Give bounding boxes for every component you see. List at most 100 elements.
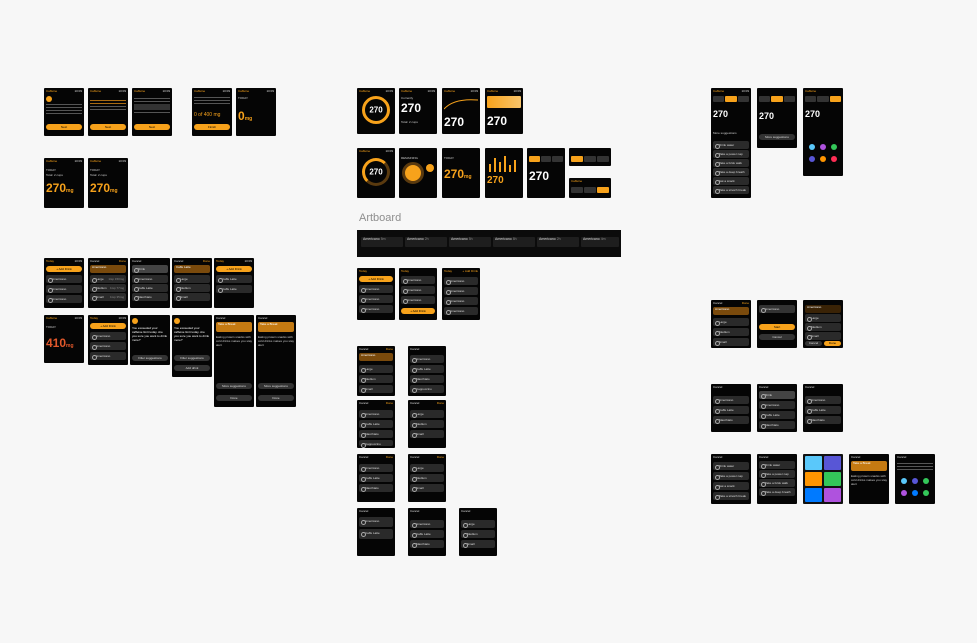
drink-option[interactable]: Macchiato	[359, 430, 393, 438]
add-drink-button[interactable]: + Add Drink	[46, 266, 82, 272]
done-button[interactable]: Done	[824, 341, 841, 346]
drink-option[interactable]: Caffe Latte	[713, 406, 749, 414]
snack-tile[interactable]	[805, 472, 822, 486]
recent-drink[interactable]: Americano	[46, 285, 82, 293]
drink-option[interactable]: Caffe Latte	[410, 365, 444, 373]
cancel-button[interactable]: Cancel	[410, 400, 419, 406]
drink-option[interactable]: Americano	[132, 275, 168, 283]
size-small[interactable]: Small	[805, 332, 841, 340]
drink-option[interactable]: Macchiato	[410, 540, 444, 548]
filter-button[interactable]: Filter suggestions	[132, 355, 168, 361]
cancel-button[interactable]: Cancel	[805, 341, 822, 346]
recent-drink[interactable]: Americano	[359, 285, 393, 293]
nap-icon[interactable]	[912, 478, 918, 484]
size-large[interactable]: Large	[410, 410, 444, 418]
drink-option[interactable]: Drink	[759, 391, 795, 399]
finish-button[interactable]: Finish	[194, 124, 230, 130]
recent-drink[interactable]: Americano	[444, 277, 478, 285]
suggestion-item[interactable]: Take a stretch break	[713, 492, 749, 500]
size-small[interactable]: Small	[174, 293, 210, 301]
size-small[interactable]: Small	[359, 385, 393, 393]
cancel-button[interactable]: Cancel	[897, 454, 906, 460]
cancel-button[interactable]: Cancel	[759, 384, 768, 390]
drink-option[interactable]: Americano	[713, 396, 749, 404]
strip-item[interactable]: Americano 5h	[449, 237, 491, 247]
cancel-button[interactable]: Cancel	[258, 315, 267, 321]
suggestion-item[interactable]: Take a deep breath	[713, 168, 749, 176]
strip-item[interactable]: Americano 2h	[405, 237, 447, 247]
drink-option[interactable]: Macchiato	[713, 416, 749, 424]
suggestion-item[interactable]: Drink water	[713, 141, 749, 149]
period-tabs[interactable]	[571, 156, 609, 162]
water-icon[interactable]	[901, 478, 907, 484]
recent-drink[interactable]: Americano	[444, 307, 478, 315]
recent-drink[interactable]: Americano	[401, 286, 435, 294]
suggestion-item[interactable]: Drink water	[713, 462, 749, 470]
suggestion-item[interactable]: Eat a snack	[713, 177, 749, 185]
drink-option[interactable]: Americano	[359, 410, 393, 418]
drink-option[interactable]: Caffe Latte	[805, 406, 841, 414]
size-medium[interactable]: Medium	[713, 328, 749, 336]
cancel-button[interactable]: Cancel	[216, 315, 225, 321]
walk-icon[interactable]	[923, 478, 929, 484]
drink-option[interactable]: Macchiato	[132, 293, 168, 301]
suggestion-item[interactable]: Take a power nap	[713, 150, 749, 158]
recent-drink[interactable]: Caffe Latte	[216, 285, 252, 293]
suggestion-item[interactable]: Eat a snack	[713, 482, 749, 490]
cancel-button[interactable]: Cancel	[410, 508, 419, 514]
water-tile[interactable]	[805, 456, 822, 470]
drink-option[interactable]: Caffe Latte	[359, 420, 393, 428]
drink-option[interactable]: Americano	[410, 520, 444, 528]
period-tabs[interactable]	[713, 96, 749, 102]
strip-item[interactable]: Americano 2h	[537, 237, 579, 247]
done-button[interactable]: Done	[386, 400, 393, 406]
period-tabs[interactable]	[805, 96, 841, 102]
size-large[interactable]: Large	[713, 318, 749, 326]
recent-option[interactable]: Americano	[359, 517, 393, 527]
period-tabs[interactable]	[529, 156, 564, 162]
drink-option[interactable]: Caffe Latte	[132, 284, 168, 292]
next-button[interactable]: Next	[90, 124, 126, 130]
done-button[interactable]: Done	[386, 346, 393, 352]
cancel-button[interactable]: Cancel	[713, 384, 722, 390]
size-large[interactable]: Large	[410, 464, 444, 472]
done-button[interactable]: Done	[742, 300, 749, 306]
recent-drink[interactable]: Americano	[444, 287, 478, 295]
cancel-button[interactable]: Cancel	[759, 454, 768, 460]
cancel-button[interactable]: Cancel	[90, 258, 99, 264]
snack-icon[interactable]	[820, 156, 826, 162]
size-small[interactable]: Small	[410, 484, 444, 492]
stretch-icon[interactable]	[831, 156, 837, 162]
goal-value[interactable]: 0 of 400 mg	[194, 113, 220, 118]
walk-tile[interactable]	[824, 472, 841, 486]
add-drink-button[interactable]: + Add Drink	[401, 308, 435, 314]
add-drink-button[interactable]: + Add Drink	[359, 276, 393, 282]
size-medium[interactable]: Medium	[410, 474, 444, 482]
size-small[interactable]: Small	[713, 338, 749, 346]
start-button[interactable]: Start	[759, 324, 795, 330]
size-small[interactable]: Small	[461, 540, 495, 548]
drink-option[interactable]: Macchiato	[410, 375, 444, 383]
strip-item[interactable]: Americano 8h	[493, 237, 535, 247]
cancel-button[interactable]: Cancel	[713, 454, 722, 460]
drink-option[interactable]: Macchiato	[759, 421, 795, 429]
recent-drink[interactable]: Americano	[46, 275, 82, 283]
done-button[interactable]: Done	[437, 400, 444, 406]
strip-item[interactable]: Americano 4m	[581, 237, 619, 247]
stretch-tile[interactable]	[824, 488, 841, 502]
recent-drink[interactable]: Americano	[359, 305, 393, 313]
recent-drink[interactable]: Americano	[90, 352, 126, 360]
size-small[interactable]: Small	[410, 430, 444, 438]
strip-item[interactable]: Americano 5m	[361, 237, 403, 247]
drink-option[interactable]: Macchiato	[359, 484, 393, 492]
drink-option[interactable]: Caffe Latte	[410, 530, 444, 538]
cancel-button[interactable]: Cancel	[132, 258, 141, 264]
drink-option[interactable]: Drink	[132, 265, 168, 273]
size-large[interactable]: Large 1tsp 150mg	[90, 275, 126, 283]
done-button[interactable]: Done	[203, 258, 210, 264]
cancel-button[interactable]: Cancel	[359, 346, 368, 352]
add-drink-plain[interactable]: Add drink	[174, 365, 210, 371]
more-suggestions-button[interactable]: More suggestions	[759, 134, 795, 140]
suggestion-item[interactable]: Take a brisk walk	[759, 479, 795, 487]
drink-option[interactable]: Cappuccino	[410, 385, 444, 393]
